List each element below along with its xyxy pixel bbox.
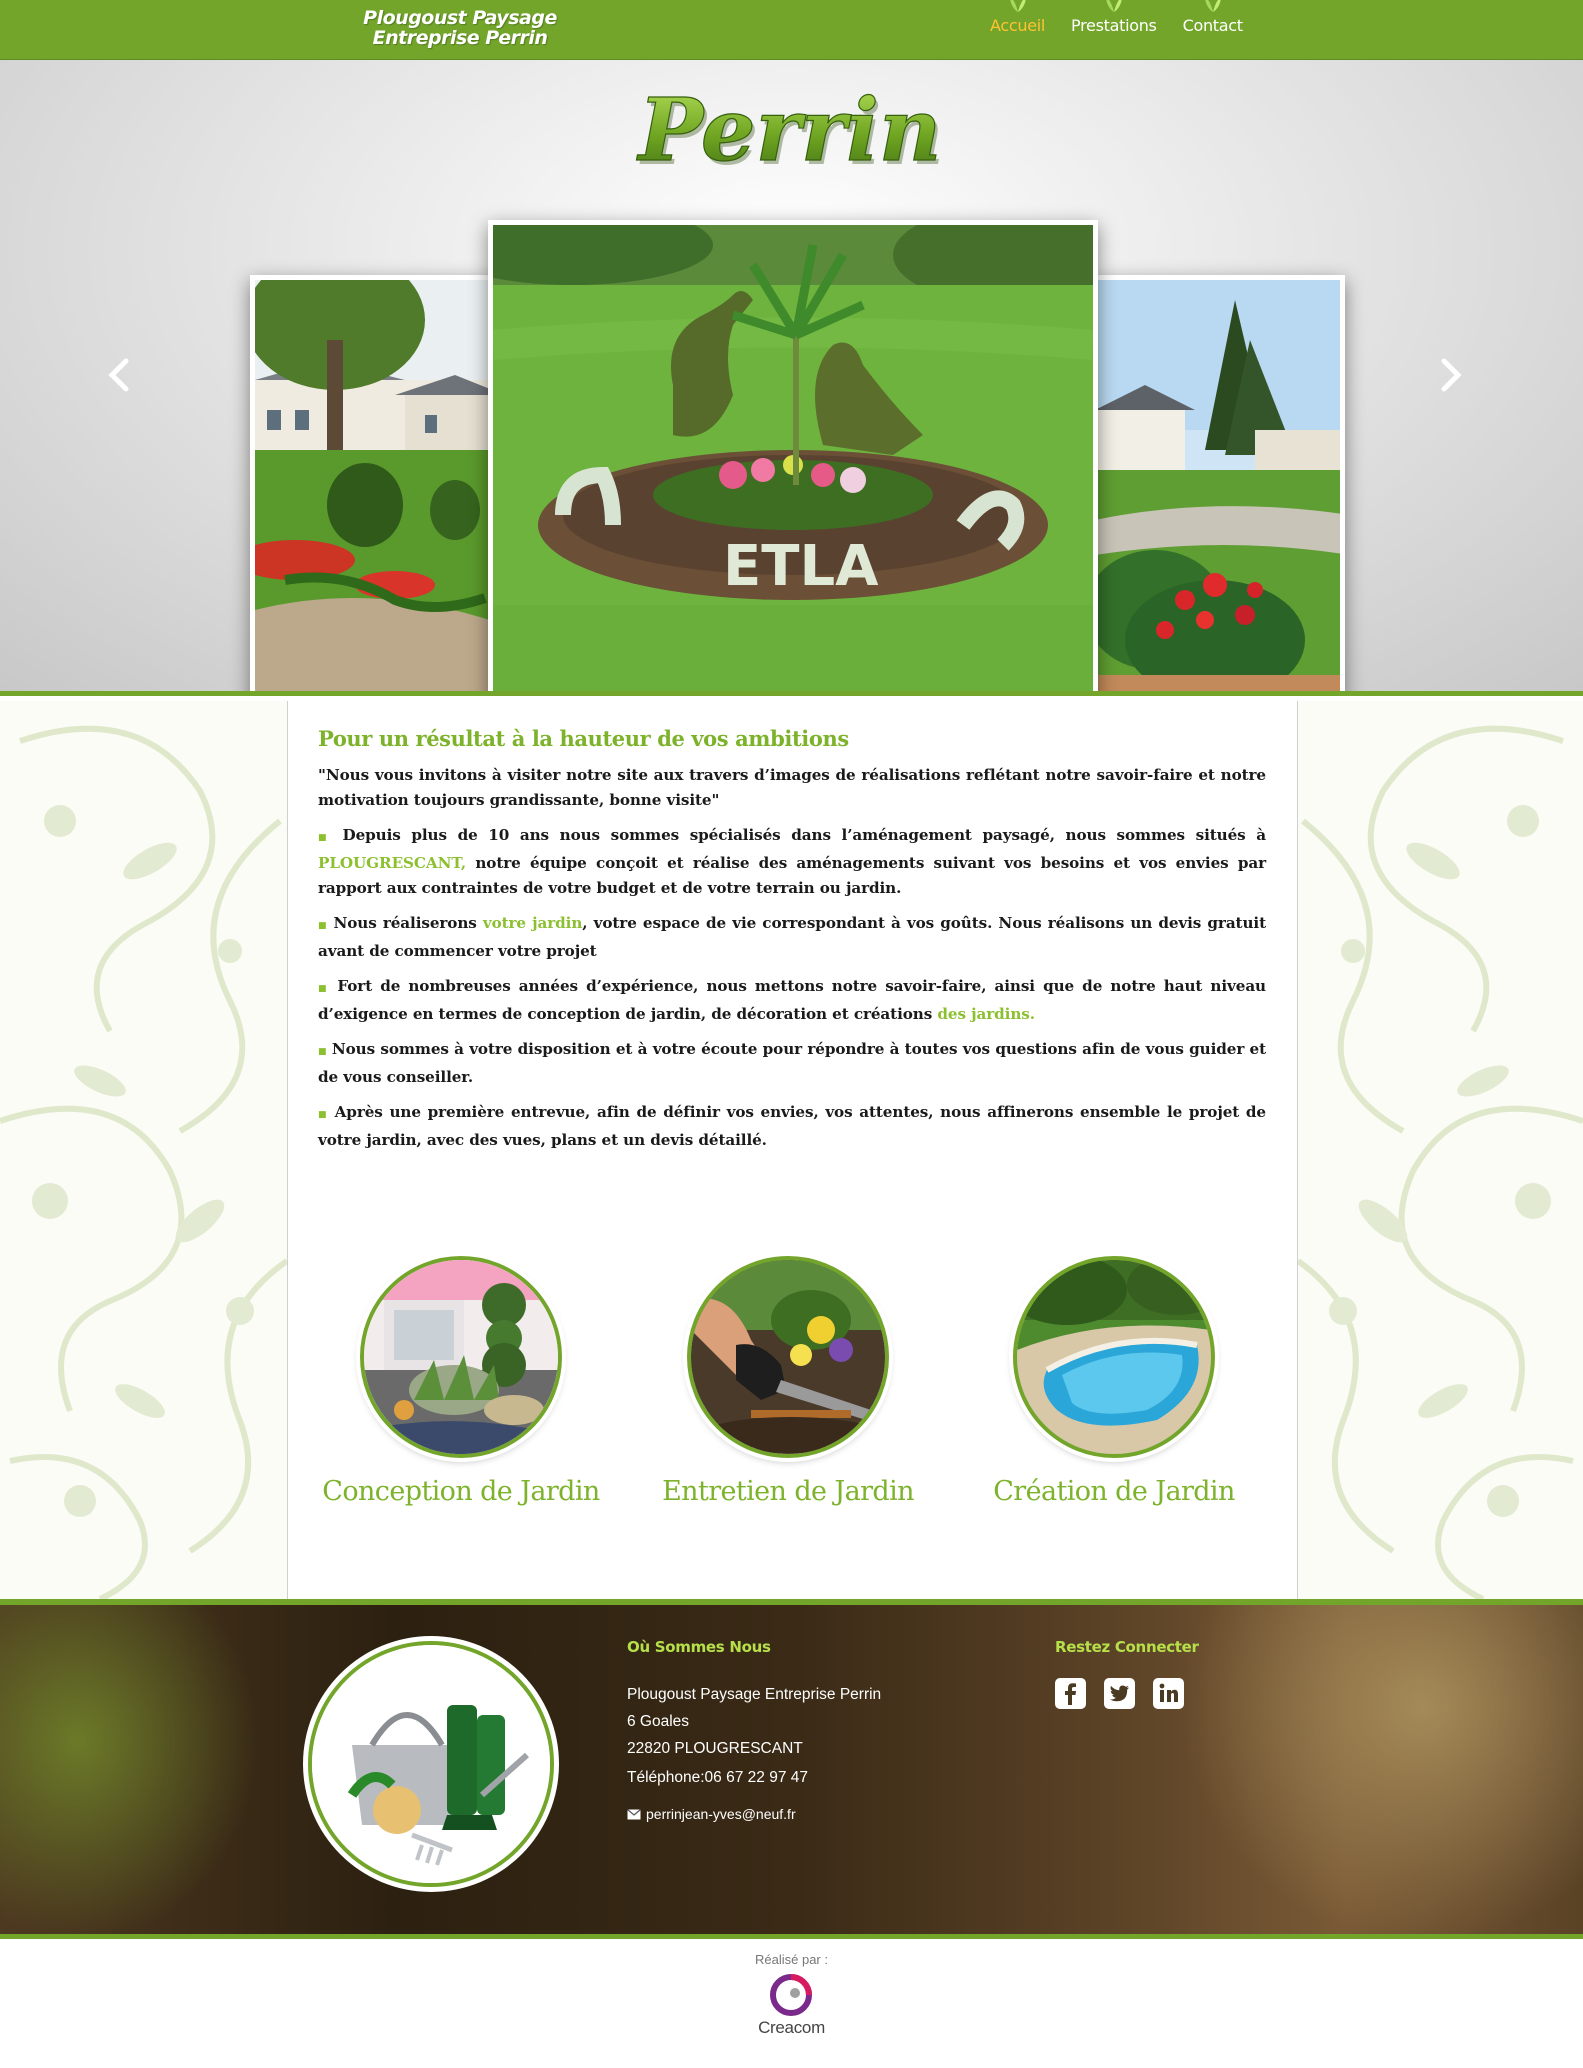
social-heading: Restez Connecter <box>1055 1638 1199 1656</box>
floral-pattern-right <box>1298 701 1583 1599</box>
top-navbar: Plougoust Paysage Entreprise Perrin Accu… <box>0 0 1583 60</box>
service-entretien-image[interactable] <box>687 1256 889 1458</box>
page-title: Pour un résultat à la hauteur de vos amb… <box>318 726 849 751</box>
phone-number[interactable]: Téléphone:06 67 22 97 47 <box>627 1769 808 1787</box>
city-postcode: 22820 PLOUGRESCANT <box>627 1740 803 1757</box>
address-block: Plougoust Paysage Entreprise Perrin 6 Go… <box>627 1681 881 1762</box>
paragraph-4-text: Nous sommes à votre disposition et à vot… <box>318 1040 1267 1086</box>
nav-item-accueil[interactable]: Accueil <box>990 0 1045 60</box>
street-address: 6 Goales <box>627 1713 690 1730</box>
footer-background-left <box>0 1605 260 1934</box>
paragraph-4: ■ Nous sommes à votre disposition et à v… <box>318 1037 1266 1090</box>
nav-item-prestations[interactable]: Prestations <box>1071 0 1157 60</box>
credits-section: Réalisé par : Creacom <box>0 1944 1583 2068</box>
creacom-logo-icon[interactable] <box>768 1972 814 2018</box>
slide-right-image[interactable] <box>1090 275 1345 691</box>
linkedin-icon[interactable] <box>1152 1677 1185 1710</box>
social-links <box>1054 1677 1185 1710</box>
brand-line-1: Plougoust Paysage <box>363 7 557 29</box>
brand-title[interactable]: Plougoust Paysage Entreprise Perrin <box>340 8 580 48</box>
bullet-icon: ■ <box>318 1047 327 1057</box>
services-section: Conception de Jardin Entretien de Jardin <box>288 1256 1299 1516</box>
main-content: Pour un résultat à la hauteur de vos amb… <box>287 701 1298 1599</box>
service-creation[interactable]: Création de Jardin <box>964 1256 1264 1507</box>
votre-jardin-link[interactable]: votre jardin <box>483 914 583 932</box>
nav-label: Accueil <box>990 16 1046 35</box>
chevron-left-icon[interactable] <box>104 355 134 395</box>
perrin-logo: Perrin Perrin <box>635 79 944 185</box>
paragraph-1: ■ Depuis plus de 10 ans nous sommes spéc… <box>318 823 1266 901</box>
paragraph-3: ■ Fort de nombreuses années d’expérience… <box>318 974 1266 1027</box>
paragraph-5-text: Après une première entrevue, afin de déf… <box>318 1103 1266 1149</box>
logo-text: Perrin <box>636 80 942 181</box>
leaf-icon <box>1106 0 1122 12</box>
nav-label: Prestations <box>1071 16 1157 35</box>
nav-label: Contact <box>1182 16 1243 35</box>
twitter-icon[interactable] <box>1103 1677 1136 1710</box>
des-jardins-link[interactable]: des jardins. <box>937 1005 1035 1023</box>
footer: Où Sommes Nous Plougoust Paysage Entrepr… <box>0 1599 1583 1939</box>
brand-line-2: Entreprise Perrin <box>372 27 548 49</box>
service-label: Entretien de Jardin <box>662 1476 914 1507</box>
paragraph-2: ■ Nous réaliserons votre jardin, votre e… <box>318 911 1266 964</box>
footer-garden-tools-image <box>308 1641 554 1887</box>
email-link[interactable]: perrinjean-yves@neuf.fr <box>627 1806 796 1822</box>
email-text: perrinjean-yves@neuf.fr <box>646 1806 796 1822</box>
creacom-name[interactable]: Creacom <box>0 2018 1583 2038</box>
leaf-icon <box>1009 0 1026 12</box>
facebook-icon[interactable] <box>1054 1677 1087 1710</box>
slide-left-image[interactable] <box>250 275 500 691</box>
company-name: Plougoust Paysage Entreprise Perrin <box>627 1686 882 1703</box>
bullet-icon: ■ <box>318 984 330 994</box>
leaf-icon <box>1205 0 1221 12</box>
paragraph-3-text-a: Fort de nombreuses années d’expérience, … <box>318 977 1266 1023</box>
slide-center-image[interactable]: ETLA <box>488 220 1098 691</box>
bullet-icon: ■ <box>318 921 328 931</box>
paragraph-1-text-a: Depuis plus de 10 ans nous sommes spécia… <box>342 826 1267 844</box>
intro-text: "Nous vous invitons à visiter notre site… <box>318 763 1266 1163</box>
service-conception-image[interactable] <box>360 1256 562 1458</box>
main-nav: Accueil Prestations Contact <box>990 0 1243 60</box>
city-highlight: PLOUGRESCANT, <box>318 854 467 872</box>
service-entretien[interactable]: Entretien de Jardin <box>638 1256 938 1507</box>
service-creation-image[interactable] <box>1013 1256 1215 1458</box>
service-label: Création de Jardin <box>993 1476 1235 1507</box>
bullet-icon: ■ <box>318 1110 328 1120</box>
floral-pattern-left <box>0 701 287 1599</box>
chevron-right-icon[interactable] <box>1436 355 1466 395</box>
garden-letters: ETLA <box>723 534 879 599</box>
hero-slider: Perrin Perrin ETLA <box>0 60 1583 696</box>
service-label: Conception de Jardin <box>322 1476 600 1507</box>
credits-label: Réalisé par : <box>755 1952 828 1967</box>
envelope-icon <box>627 1808 641 1819</box>
paragraph-5: ■ Après une première entrevue, afin de d… <box>318 1100 1266 1153</box>
bullet-icon: ■ <box>318 833 332 843</box>
location-heading: Où Sommes Nous <box>627 1638 771 1656</box>
nav-item-contact[interactable]: Contact <box>1183 0 1243 60</box>
service-conception[interactable]: Conception de Jardin <box>311 1256 611 1507</box>
paragraph-2-text-a: Nous réaliserons <box>333 914 483 932</box>
footer-background-right <box>1180 1605 1583 1934</box>
intro-quote: "Nous vous invitons à visiter notre site… <box>318 766 1266 809</box>
